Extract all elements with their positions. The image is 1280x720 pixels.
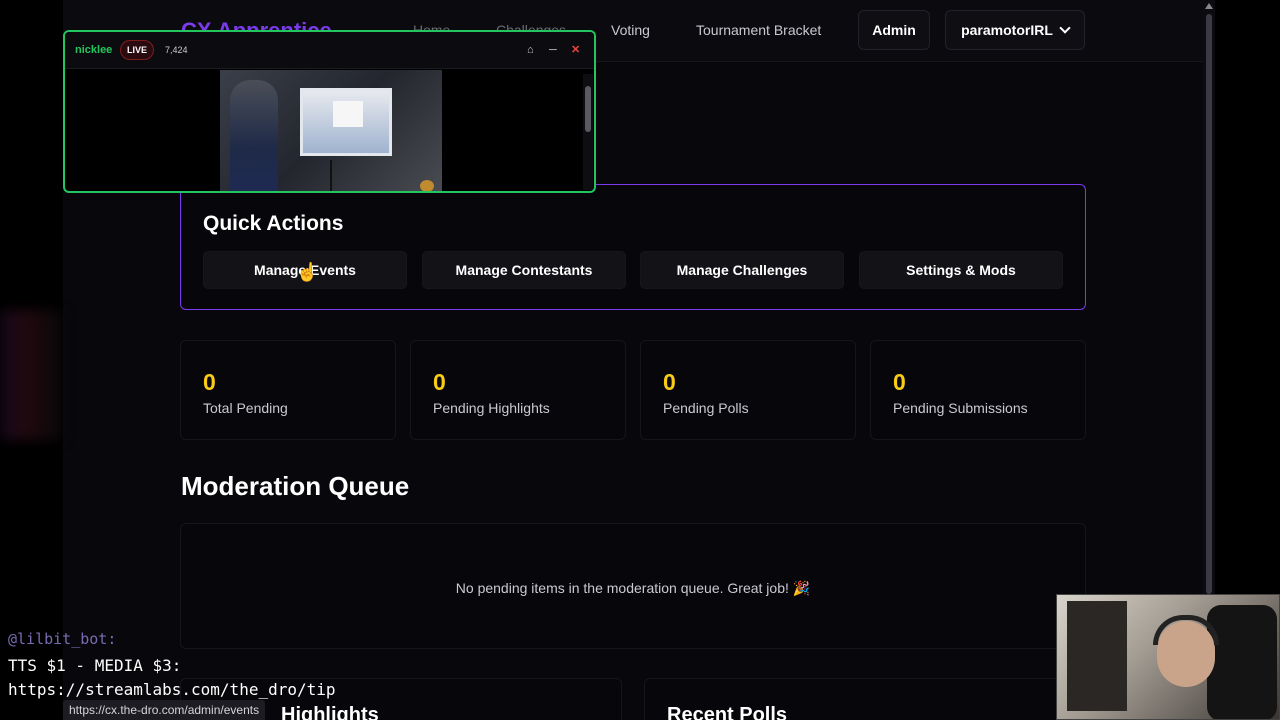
streamer-name[interactable]: nicklee xyxy=(75,44,112,56)
admin-button-label: Admin xyxy=(872,22,916,38)
scrollbar-thumb[interactable] xyxy=(1206,14,1212,594)
nav-link-tournament-bracket[interactable]: Tournament Bracket xyxy=(696,22,821,38)
admin-button[interactable]: Admin xyxy=(858,10,930,50)
scroll-up-arrow-icon[interactable] xyxy=(1205,3,1213,9)
popout-scrollbar-thumb[interactable] xyxy=(585,86,591,132)
chat-message-line: https://streamlabs.com/the_dro/tip xyxy=(8,680,336,699)
popout-scrollbar[interactable] xyxy=(583,74,593,190)
stat-value: 0 xyxy=(433,369,446,395)
webcam-chair xyxy=(1207,605,1277,719)
popout-stream-player[interactable]: nicklee LIVE 7,424 ⌂ ─ ✕ xyxy=(63,30,596,193)
background-decoration xyxy=(0,310,63,440)
moderation-queue-title: Moderation Queue xyxy=(181,471,410,501)
stat-label: Pending Highlights xyxy=(433,400,550,416)
quick-actions-title: Quick Actions xyxy=(203,212,344,235)
recent-polls-panel: Recent Polls xyxy=(644,678,1086,720)
user-menu-label: paramotorIRL xyxy=(961,22,1053,38)
close-icon[interactable]: ✕ xyxy=(571,44,580,56)
stat-card-pending-highlights: 0 Pending Highlights xyxy=(410,340,626,440)
user-menu-button[interactable]: paramotorIRL xyxy=(945,10,1085,50)
stat-label: Pending Submissions xyxy=(893,400,1028,416)
recent-polls-title: Recent Polls xyxy=(667,704,788,720)
webcam-background-shelf xyxy=(1067,601,1127,711)
home-icon[interactable]: ⌂ xyxy=(527,44,534,56)
chat-username: @lilbit_bot: xyxy=(8,630,117,648)
video-object xyxy=(420,180,434,191)
manage-challenges-button[interactable]: Manage Challenges xyxy=(640,251,844,289)
stat-value: 0 xyxy=(203,369,216,395)
manage-contestants-button[interactable]: Manage Contestants xyxy=(422,251,626,289)
quick-actions-panel: Quick Actions Manage Events Manage Conte… xyxy=(180,184,1086,310)
stream-video[interactable] xyxy=(220,70,442,191)
nav-link-voting[interactable]: Voting xyxy=(611,22,650,38)
stat-card-pending-submissions: 0 Pending Submissions xyxy=(870,340,1086,440)
chat-message-line: TTS $1 - MEDIA $3: xyxy=(8,656,182,675)
hand-cursor-icon: ☝ xyxy=(296,262,319,282)
status-bar-url: https://cx.the-dro.com/admin/events xyxy=(63,700,266,720)
webcam-overlay xyxy=(1056,594,1280,720)
stat-label: Total Pending xyxy=(203,400,288,416)
moderation-queue-empty-message: No pending items in the moderation queue… xyxy=(455,580,811,596)
highlights-title: Highlights xyxy=(281,704,379,720)
video-projector-screen xyxy=(300,88,392,156)
settings-mods-button[interactable]: Settings & Mods xyxy=(859,251,1063,289)
moderation-queue-panel: No pending items in the moderation queue… xyxy=(180,523,1086,649)
minimize-icon[interactable]: ─ xyxy=(549,44,557,56)
stat-value: 0 xyxy=(663,369,676,395)
video-person xyxy=(230,80,278,191)
stat-card-total-pending: 0 Total Pending xyxy=(180,340,396,440)
viewer-count: 7,424 xyxy=(165,45,188,55)
stat-card-pending-polls: 0 Pending Polls xyxy=(640,340,856,440)
chevron-down-icon xyxy=(1059,22,1071,34)
stat-label: Pending Polls xyxy=(663,400,749,416)
popout-title-bar[interactable]: nicklee LIVE 7,424 ⌂ ─ ✕ xyxy=(65,32,594,69)
stat-value: 0 xyxy=(893,369,906,395)
video-tripod xyxy=(330,160,332,191)
live-badge: LIVE xyxy=(120,40,154,60)
